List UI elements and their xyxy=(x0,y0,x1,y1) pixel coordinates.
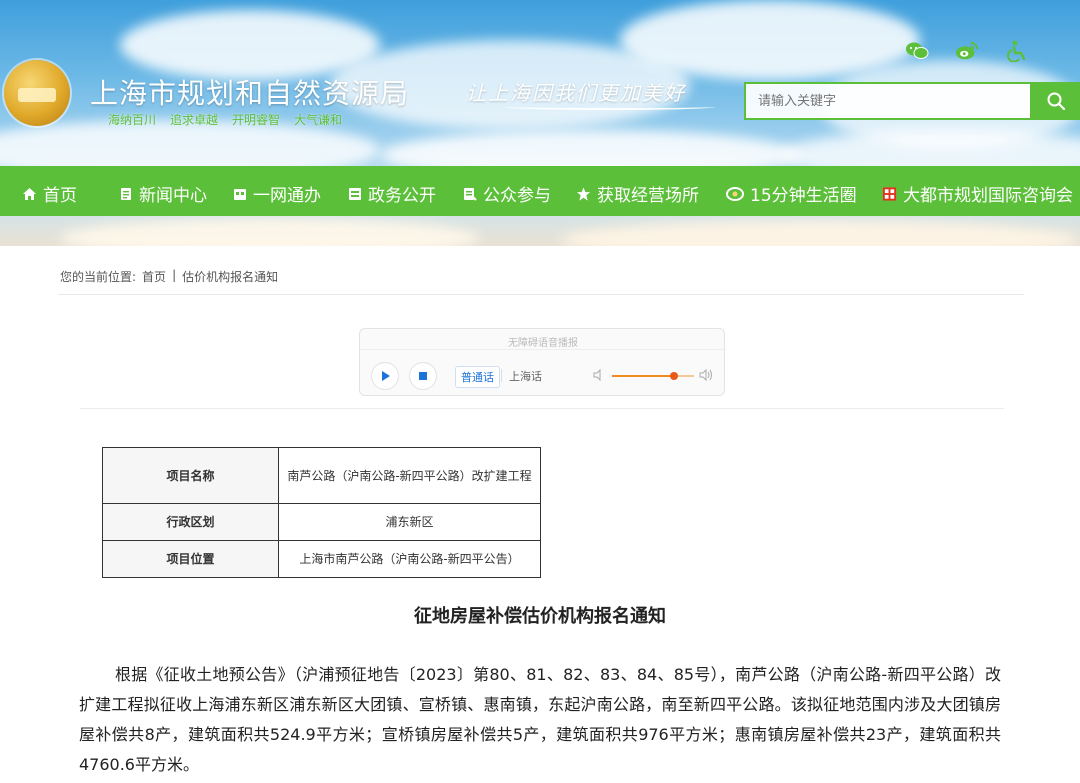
table-row: 行政区划 浦东新区 xyxy=(102,503,541,541)
table-key: 项目名称 xyxy=(102,447,279,504)
accessibility-icon[interactable] xyxy=(1005,40,1029,62)
article-title: 征地房屋补偿估价机构报名通知 xyxy=(414,606,666,627)
breadcrumb-prefix: 您的当前位置: xyxy=(60,270,137,284)
nav-label: 政务公开 xyxy=(368,186,436,206)
circle-icon xyxy=(726,186,744,201)
volume-slider-handle[interactable] xyxy=(669,372,678,380)
service-icon xyxy=(232,186,247,201)
values-row: 海纳百川 追求卓越 开明睿智 大气谦和 xyxy=(108,111,342,128)
home-icon xyxy=(22,186,37,201)
breadcrumb-separator: | xyxy=(172,268,177,282)
divider xyxy=(501,369,502,382)
table-key: 行政区划 xyxy=(102,503,279,541)
nav-label: 首页 xyxy=(43,186,77,206)
volume-low-icon[interactable] xyxy=(592,368,606,382)
table-value: 浦东新区 xyxy=(278,503,541,541)
value-text: 大气谦和 xyxy=(294,113,343,127)
player-title: 无障碍语音播报 xyxy=(508,338,578,349)
star-icon xyxy=(576,186,591,201)
breadcrumb-current-link[interactable]: 估价机构报名通知 xyxy=(182,268,278,285)
banner-cloud xyxy=(60,218,480,246)
news-icon xyxy=(118,186,133,201)
volume-slider-fill xyxy=(612,375,674,377)
slogan-underline xyxy=(505,104,715,110)
divider xyxy=(80,408,1004,409)
slogan: 让上海因我们更加美好 xyxy=(466,81,686,105)
volume-high-icon[interactable] xyxy=(699,368,713,382)
mandarin-toggle[interactable]: 普通话 xyxy=(455,366,500,388)
participation-icon xyxy=(462,186,477,201)
nav-label: 大都市规划国际咨询会 xyxy=(903,186,1073,206)
search-button[interactable] xyxy=(1032,82,1080,120)
stop-icon xyxy=(419,372,427,380)
table-value: 上海市南芦公路（沪南公路-新四平公告） xyxy=(278,540,541,578)
header-banner: 上海市规划和自然资源局 海纳百川 追求卓越 开明睿智 大气谦和 让上海因我们更加… xyxy=(0,0,1080,246)
logo-mark xyxy=(18,88,56,102)
nav-item-home[interactable]: 首页 xyxy=(22,181,77,206)
nav-item-business-site[interactable]: 获取经营场所 xyxy=(576,181,699,206)
nav-label: 获取经营场所 xyxy=(597,186,699,206)
nav-label: 公众参与 xyxy=(483,186,551,206)
breadcrumb: 您的当前位置: 首页 | 估价机构报名通知 xyxy=(60,268,278,285)
table-row: 项目位置 上海市南芦公路（沪南公路-新四平公告） xyxy=(102,540,541,578)
nav-item-planning-consult[interactable]: 大都市规划国际咨询会 xyxy=(882,181,1073,206)
site-title[interactable]: 上海市规划和自然资源局 xyxy=(90,72,409,112)
shanghainese-toggle[interactable]: 上海话 xyxy=(504,366,547,386)
nav-item-news[interactable]: 新闻中心 xyxy=(118,181,207,206)
play-icon xyxy=(382,371,390,381)
audio-player: 无障碍语音播报 普通话 上海话 xyxy=(359,328,726,396)
project-info-table: 项目名称 南芦公路（沪南公路-新四平公路）改扩建工程 行政区划 浦东新区 项目位… xyxy=(102,447,541,578)
top-icons xyxy=(905,40,1029,62)
breadcrumb-home-link[interactable]: 首页 xyxy=(142,268,166,285)
search-input[interactable] xyxy=(744,82,1032,120)
divider xyxy=(58,294,1024,295)
site-logo[interactable] xyxy=(4,60,70,126)
nav-item-service[interactable]: 一网通办 xyxy=(232,181,321,206)
play-button[interactable] xyxy=(371,362,399,390)
divider xyxy=(360,349,726,350)
nav-item-participation[interactable]: 公众参与 xyxy=(462,181,551,206)
value-text: 海纳百川 xyxy=(108,113,157,127)
wechat-icon[interactable] xyxy=(905,40,929,62)
table-row: 项目名称 南芦公路（沪南公路-新四平公路）改扩建工程 xyxy=(102,447,541,504)
article-paragraph: 根据《征收土地预公告》（沪浦预征地告〔2023〕第80、81、82、83、84、… xyxy=(79,665,1001,774)
volume-slider[interactable] xyxy=(612,372,694,380)
main-nav: 首页 新闻中心 一网通办 政务公开 公众参与 获取经营场所 15分钟生活圈 大都… xyxy=(0,166,1080,216)
value-text: 开明睿智 xyxy=(232,113,281,127)
nav-item-15min-life-circle[interactable]: 15分钟生活圈 xyxy=(726,181,857,206)
nav-label: 新闻中心 xyxy=(139,186,207,206)
seal-icon xyxy=(882,186,897,201)
weibo-icon[interactable] xyxy=(955,40,979,62)
table-value: 南芦公路（沪南公路-新四平公路）改扩建工程 xyxy=(278,447,541,504)
nav-label: 15分钟生活圈 xyxy=(750,186,857,206)
nav-item-gov-info[interactable]: 政务公开 xyxy=(347,181,436,206)
nav-label: 一网通办 xyxy=(253,186,321,206)
banner-cloud xyxy=(560,220,1080,246)
value-text: 追求卓越 xyxy=(170,113,219,127)
stop-button[interactable] xyxy=(409,362,437,390)
document-icon xyxy=(347,186,362,201)
table-key: 项目位置 xyxy=(102,540,279,578)
search-icon xyxy=(1047,92,1066,111)
